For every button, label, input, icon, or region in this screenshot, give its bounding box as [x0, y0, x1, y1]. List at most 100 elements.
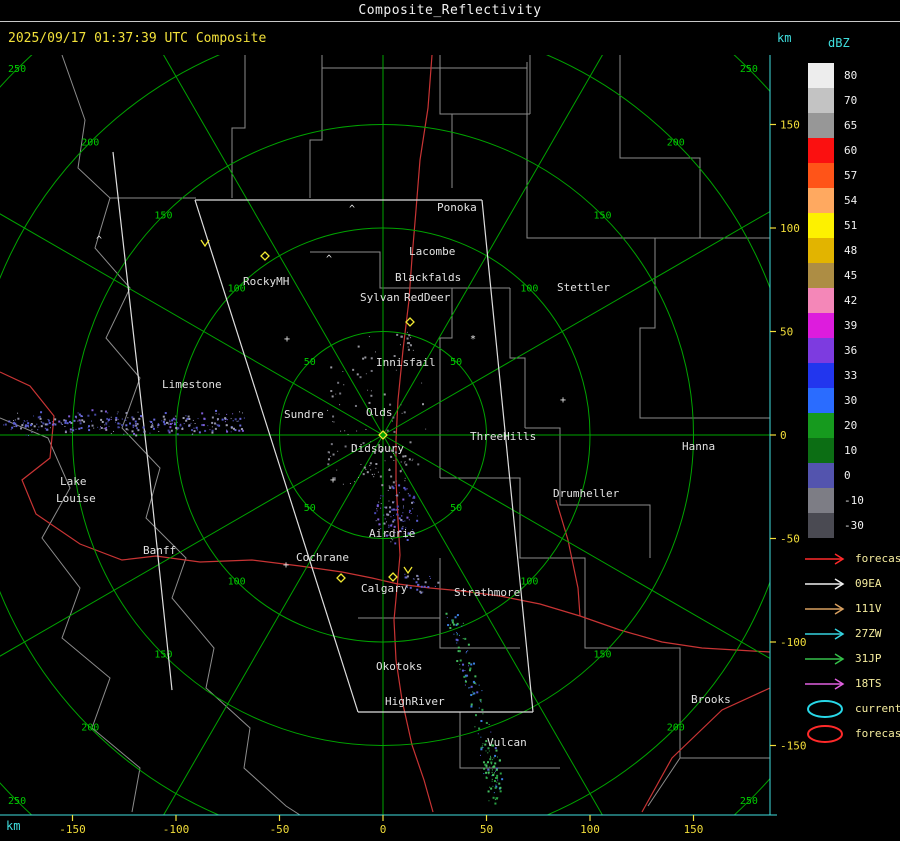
- city-label: Limestone: [162, 378, 222, 391]
- city-label: Sylvan: [360, 291, 400, 304]
- echo-pixel: [386, 521, 388, 523]
- echo-pixel: [26, 420, 28, 422]
- echo-pixel: [138, 417, 141, 420]
- echo-pixel: [499, 790, 502, 793]
- dbz-scale-row: 30: [808, 388, 864, 413]
- echo-pixel: [327, 463, 330, 466]
- echo-pixel: [72, 429, 75, 432]
- echo-pixel: [490, 787, 493, 790]
- echo-pixel: [8, 420, 11, 423]
- echo-pixel: [188, 424, 191, 427]
- station-diamond-marker: [336, 573, 346, 583]
- range-ring-label: 150: [594, 210, 612, 221]
- echo-pixel: [190, 422, 192, 424]
- echo-pixel: [413, 495, 416, 498]
- radar-map[interactable]: 5010015020025050100150200250501001502002…: [0, 0, 900, 841]
- echo-pixel: [399, 470, 402, 473]
- echo-pixel: [226, 429, 228, 431]
- echo-pixel: [489, 758, 492, 761]
- echo-pixel: [494, 772, 496, 774]
- echo-pixel: [110, 418, 112, 420]
- echo-pixel: [40, 421, 42, 423]
- echo-pixel: [487, 790, 490, 793]
- echo-pixel: [38, 426, 40, 428]
- range-ring-label: 150: [154, 210, 172, 221]
- echo-pixel: [480, 748, 483, 751]
- echo-pixel: [78, 419, 81, 422]
- echo-pixel: [328, 452, 330, 454]
- dbz-value-label: 57: [844, 169, 858, 182]
- echo-pixel: [464, 684, 466, 686]
- echo-pixel: [368, 336, 370, 338]
- echo-pixel: [30, 424, 33, 427]
- chevron-marker: [200, 239, 210, 248]
- echo-pixel: [181, 427, 184, 430]
- echo-pixel: [238, 429, 241, 432]
- city-label: Cochrane: [296, 551, 349, 564]
- azimuth-spoke: [382, 55, 603, 436]
- echo-pixel: [412, 508, 414, 510]
- echo-pixel: [495, 784, 497, 786]
- range-ring-label: 50: [450, 357, 462, 368]
- echo-pixel: [403, 486, 406, 489]
- dbz-scale-row: 48: [808, 238, 864, 263]
- echo-pixel: [493, 780, 496, 783]
- echo-pixel: [342, 371, 344, 373]
- county-boundary: [639, 238, 770, 419]
- echo-pixel: [113, 430, 115, 432]
- echo-pixel: [22, 422, 24, 424]
- legend-label: 09EA: [855, 577, 882, 590]
- legend-row-current: current: [804, 696, 900, 721]
- echo-pixel: [400, 404, 402, 406]
- echo-pixel: [402, 512, 404, 514]
- echo-pixel: [446, 617, 448, 619]
- echo-pixel: [211, 431, 214, 434]
- echo-pixel: [226, 419, 228, 421]
- echo-pixel: [456, 633, 458, 635]
- echo-pixel: [400, 461, 402, 463]
- echo-pixel: [330, 366, 333, 369]
- echo-pixel: [395, 369, 397, 371]
- echo-pixel: [455, 638, 458, 641]
- echo-pixel: [434, 585, 436, 587]
- echo-pixel: [360, 463, 362, 465]
- echo-pixel: [104, 427, 107, 430]
- echo-pixel: [119, 426, 121, 428]
- echo-pixel: [401, 412, 403, 414]
- echo-pixel: [470, 694, 473, 697]
- echo-pixel: [47, 419, 49, 421]
- echo-pixel: [125, 412, 128, 415]
- echo-pixel: [404, 461, 406, 463]
- echo-pixel: [52, 421, 54, 423]
- county-boundary: [619, 55, 701, 238]
- county-boundary: [526, 62, 770, 239]
- echo-pixel: [374, 351, 376, 353]
- echo-pixel: [236, 420, 238, 422]
- echo-pixel: [416, 574, 419, 577]
- echo-pixel: [462, 663, 465, 666]
- echo-pixel: [127, 429, 129, 431]
- echo-pixel: [73, 419, 76, 422]
- city-label: Drumheller: [553, 487, 620, 500]
- echo-pixel: [327, 458, 330, 461]
- point-marker: +: [560, 395, 566, 406]
- echo-pixel: [485, 750, 487, 752]
- echo-pixel: [69, 428, 72, 431]
- echo-pixel: [396, 513, 399, 516]
- echo-pixel: [127, 417, 129, 419]
- echo-pixel: [380, 503, 382, 505]
- echo-pixel: [495, 768, 498, 771]
- echo-pixel: [423, 585, 426, 588]
- echo-pixel: [149, 420, 151, 422]
- dbz-swatch: [808, 413, 834, 438]
- echo-pixel: [498, 759, 501, 762]
- echo-pixel: [36, 423, 38, 425]
- echo-pixel: [137, 423, 139, 425]
- range-ring-label: 250: [8, 64, 26, 75]
- echo-pixel: [417, 575, 419, 577]
- echo-pixel: [194, 423, 196, 425]
- echo-pixel: [427, 585, 430, 588]
- echo-pixel: [487, 761, 490, 764]
- echo-pixel: [417, 584, 420, 587]
- echo-pixel: [374, 512, 377, 515]
